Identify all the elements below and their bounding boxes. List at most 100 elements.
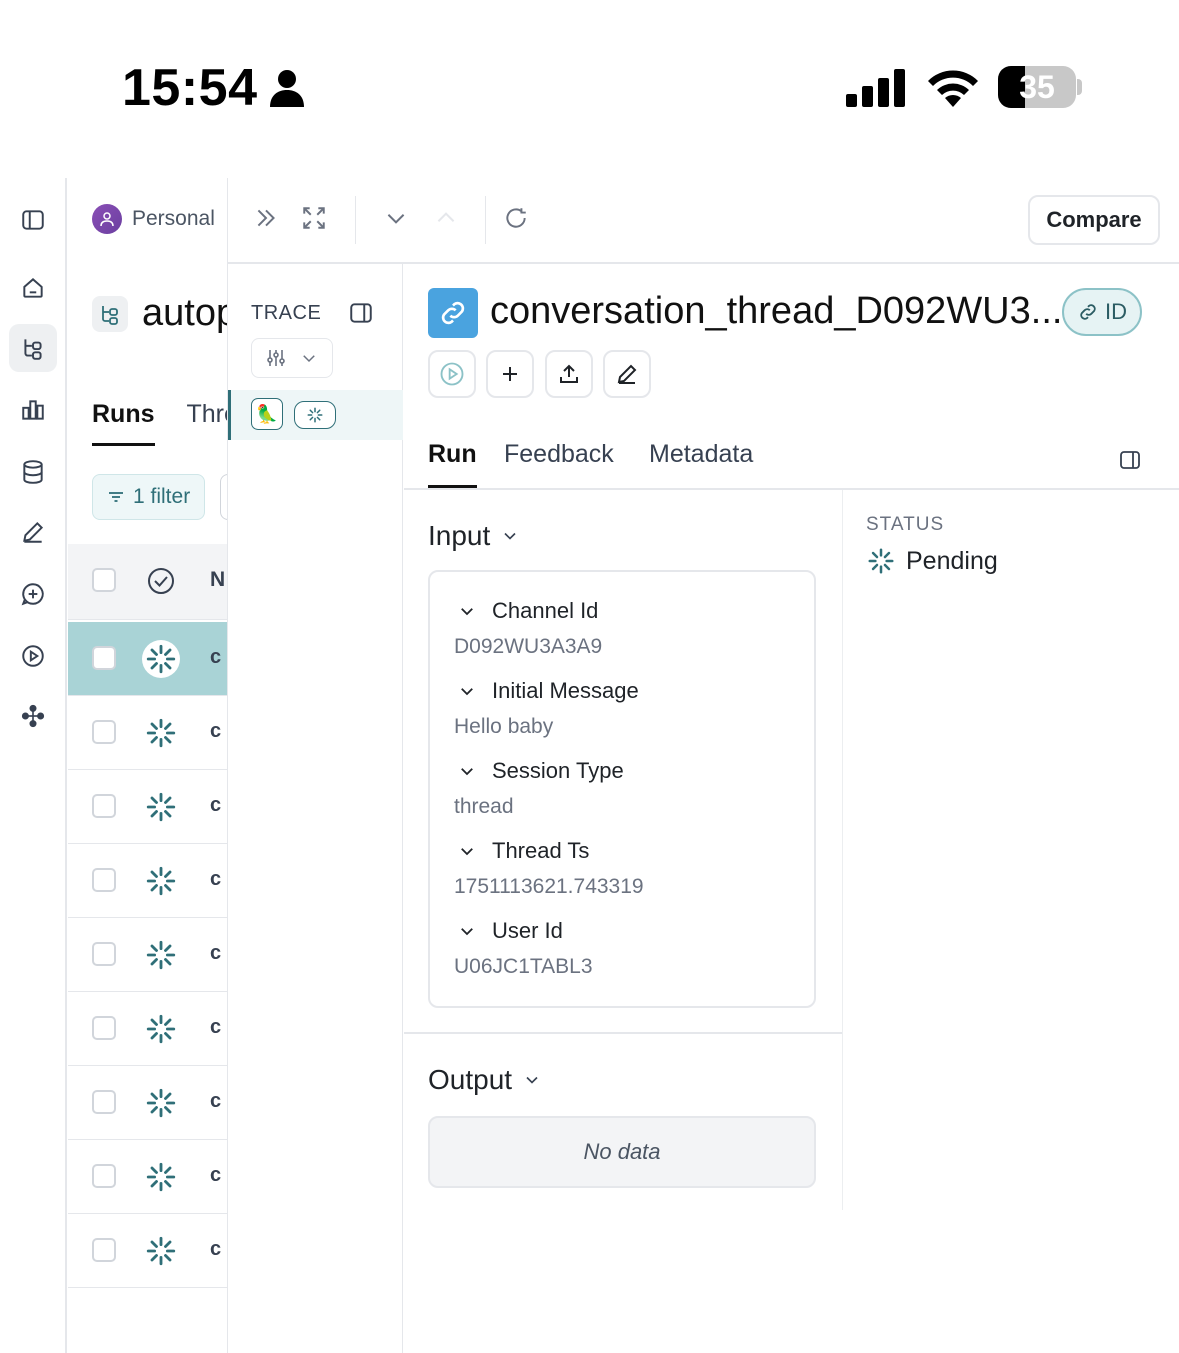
row-checkbox[interactable] [92,794,116,818]
row-checkbox[interactable] [92,942,116,966]
home-icon[interactable] [9,264,57,312]
trace-tree: TRACE 🦜 [228,264,403,1353]
row-checkbox[interactable] [92,1164,116,1188]
input-field-value: U06JC1TABL3 [454,955,593,978]
input-field-key-label: Initial Message [492,678,639,703]
input-field-key[interactable]: Thread Ts [458,838,589,864]
row-checkbox[interactable] [92,1238,116,1262]
parrot-icon: 🦜 [251,398,283,430]
previous-run-chevron-up-icon[interactable] [430,202,462,234]
pending-spinner-icon [146,1014,176,1044]
run-name-cell: c [210,646,222,668]
tab-run[interactable]: Run [428,440,477,488]
input-field-value: 1751113621.743319 [454,875,644,898]
filter-button[interactable]: 1 filter [92,474,206,520]
annotation-icon[interactable] [9,508,57,556]
tab-threads[interactable]: Thre [187,400,229,446]
copy-id-button[interactable]: ID [1062,288,1142,336]
input-field-key[interactable]: Channel Id [458,598,598,624]
input-box: Channel Id D092WU3A3A9 Initial Message Hell… [428,570,816,1008]
app-navigation-rail [0,178,67,1353]
input-field-value: Hello baby [454,715,554,738]
input-field-value: thread [454,795,514,818]
project-header: autop [92,292,228,335]
name-column-header[interactable]: N [210,568,225,592]
input-field-key[interactable]: Initial Message [458,678,639,704]
tab-metadata[interactable]: Metadata [649,440,753,485]
pending-spinner-icon [146,792,176,822]
status-label: STATUS [866,514,945,535]
run-name-cell: c [210,1164,222,1186]
table-row[interactable]: c [68,844,228,918]
table-row[interactable]: c [68,918,228,992]
table-row[interactable]: c [68,770,228,844]
trace-node-row[interactable]: 🦜 [228,390,403,440]
run-name-cell: c [210,942,222,964]
row-checkbox[interactable] [92,1090,116,1114]
datasets-icon[interactable] [9,448,57,496]
settings-sliders-icon [267,350,285,366]
play-run-button[interactable] [428,350,476,398]
run-name-cell: c [210,720,222,742]
run-name-cell: c [210,868,222,890]
output-title: Output [428,1064,513,1095]
playground-icon[interactable] [9,632,57,680]
pending-spinner-icon [146,1236,176,1266]
input-output-column: Input Channel Id D092WU3A3A9 Initial Messa… [404,490,842,1210]
table-row[interactable]: c [68,1066,228,1140]
row-checkbox[interactable] [92,868,116,892]
chevron-down-icon [461,688,473,696]
workspace-name: Personal [132,207,215,230]
trace-filter-dropdown[interactable] [251,338,333,378]
input-field-key[interactable]: User Id [458,918,563,944]
input-section-toggle[interactable]: Input [428,520,520,552]
select-all-checkbox[interactable] [92,568,116,592]
clock-time: 15:54 [122,59,258,117]
refresh-icon[interactable] [500,202,532,234]
runs-table-header: N [68,544,228,620]
output-section-toggle[interactable]: Output [428,1064,542,1096]
table-row[interactable]: c [68,696,228,770]
chevron-down-icon [461,608,473,616]
pending-spinner-icon [868,548,894,574]
cellular-signal-icon [846,69,905,107]
expand-fullscreen-icon[interactable] [298,202,330,234]
tab-feedback[interactable]: Feedback [504,440,614,485]
wifi-icon [928,70,978,107]
pencil-icon [617,364,637,384]
row-checkbox[interactable] [92,1016,116,1040]
compare-button[interactable]: Compare [1028,195,1160,245]
status-value: Pending [906,546,998,575]
table-row[interactable]: c [68,622,228,696]
side-panel-toggle-icon[interactable] [1118,448,1142,472]
next-run-chevron-down-icon[interactable] [380,202,412,234]
annotate-button[interactable] [603,350,651,398]
sidebar-toggle-icon[interactable] [9,196,57,244]
play-circle-icon [440,362,464,386]
tracing-projects-icon[interactable] [9,324,57,372]
runs-page-tabs: Runs Thre [92,400,228,446]
trace-panel-toggle-icon[interactable] [348,300,374,326]
filter-icon [109,492,123,502]
row-checkbox[interactable] [92,646,116,670]
dashboards-icon[interactable] [9,386,57,434]
row-checkbox[interactable] [92,720,116,744]
collapse-panel-icon[interactable] [250,202,282,234]
input-field-key[interactable]: Session Type [458,758,624,784]
workspace-switcher[interactable]: Personal [92,204,215,234]
tab-runs[interactable]: Runs [92,400,155,446]
prompts-icon[interactable] [9,570,57,618]
run-name-cell: c [210,1238,222,1260]
battery-indicator: 35 [998,66,1084,110]
status-column-icon [148,568,174,594]
deployments-icon[interactable] [9,692,57,740]
input-field-key-label: Session Type [492,758,624,783]
add-to-button[interactable] [486,350,534,398]
table-row[interactable]: c [68,1214,228,1288]
project-icon [92,295,128,332]
share-button[interactable] [545,350,593,398]
table-row[interactable]: c [68,992,228,1066]
table-row[interactable]: c [68,1140,228,1214]
battery-percent: 35 [1019,69,1055,105]
pending-spinner-icon [146,718,176,748]
